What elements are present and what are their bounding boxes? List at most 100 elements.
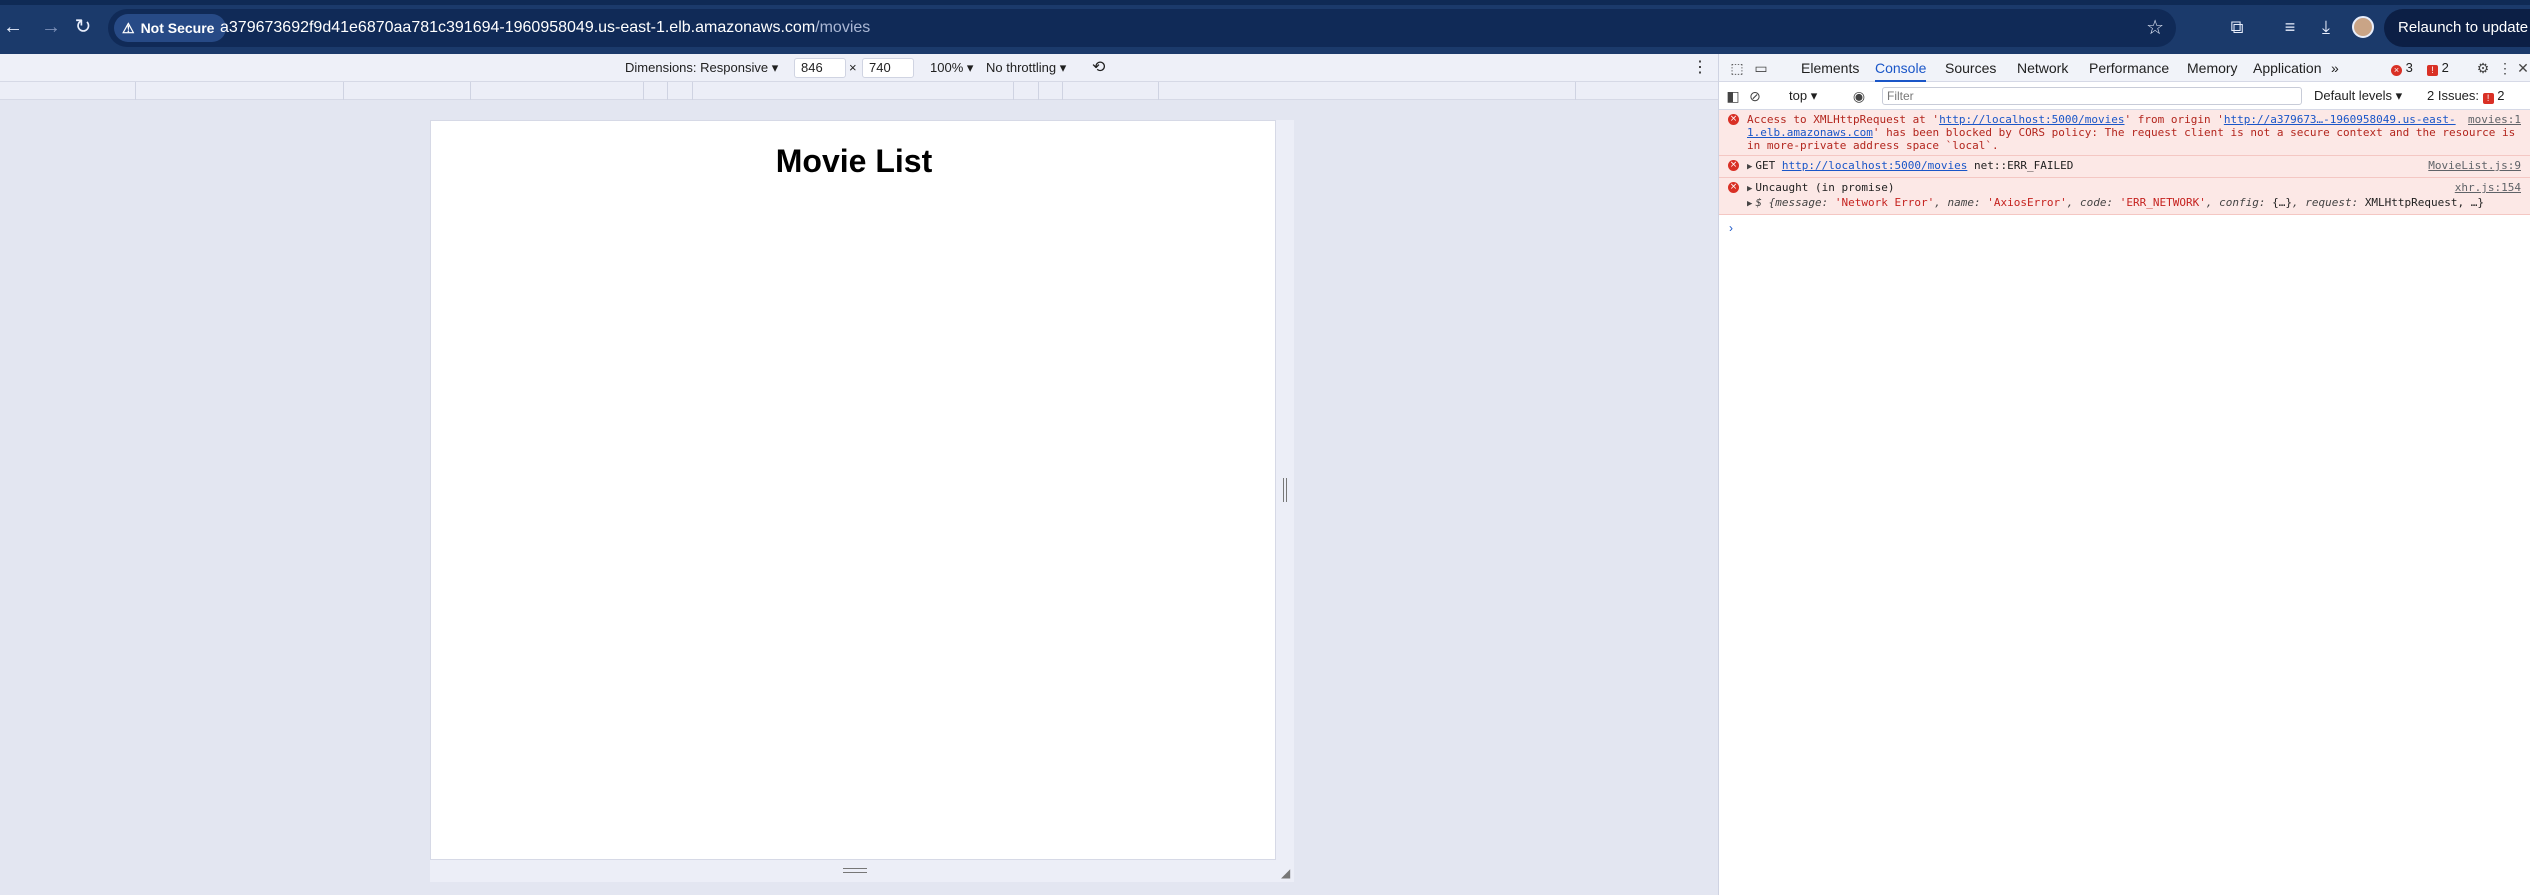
throttling-label: No throttling <box>986 60 1057 75</box>
request-link[interactable]: http://localhost:5000/movies <box>1782 159 1967 172</box>
expand-icon[interactable]: ▶ <box>1747 199 1752 209</box>
dimensions-dropdown[interactable]: Dimensions: Responsive ▾ <box>625 54 778 82</box>
ruler-tick <box>1013 82 1014 100</box>
clear-icon[interactable]: ⊘ <box>1747 88 1763 104</box>
address-bar[interactable]: ⚠ Not Secure a379673692f9d41e6870aa781c3… <box>108 9 2176 47</box>
device-more-icon[interactable]: ⋮ <box>1692 54 1708 82</box>
ruler-tick <box>343 82 344 100</box>
tab-application[interactable]: Application <box>2253 54 2322 82</box>
download-icon[interactable]: ⤓ <box>2314 15 2338 39</box>
browser-toolbar: ← → ↻ ⚠ Not Secure a379673692f9d41e6870a… <box>0 0 2530 54</box>
devtools-tabbar: ⬚ ▭ Elements Console Sources Network Per… <box>1719 54 2530 82</box>
ruler-tick <box>1062 82 1063 100</box>
resize-corner-icon[interactable]: ◢ <box>1281 866 1290 880</box>
reload-icon[interactable]: ↻ <box>70 14 96 40</box>
tab-sources[interactable]: Sources <box>1945 54 1996 82</box>
device-toolbar: Dimensions: Responsive ▾ 846 × 740 100% … <box>0 54 1718 82</box>
source-link[interactable]: xhr.js:154 <box>2455 181 2521 194</box>
zoom-label: 100% <box>930 60 964 75</box>
warning-count: 2 <box>2441 60 2449 75</box>
console-log: × movies:1 Access to XMLHttpRequest at '… <box>1719 110 2530 241</box>
rotate-icon[interactable]: ⟲ <box>1092 54 1105 82</box>
back-arrow-icon[interactable]: ← <box>0 14 26 40</box>
url-text[interactable]: a379673692f9d41e6870aa781c391694-1960958… <box>220 9 870 47</box>
object-key: request <box>2305 196 2352 209</box>
filter-input[interactable]: Filter <box>1882 87 2302 105</box>
object-key: message <box>1775 196 1822 209</box>
warning-icon: ⚠ <box>122 20 135 36</box>
error-counter[interactable]: × 3 <box>2391 54 2413 82</box>
console-error-cors: × movies:1 Access to XMLHttpRequest at '… <box>1719 110 2530 156</box>
ruler-tick <box>667 82 668 100</box>
error-icon: × <box>1728 160 1739 171</box>
sidebar-icon[interactable]: ◧ <box>1725 88 1741 104</box>
issue-icon: ! <box>2482 93 2494 104</box>
expand-icon[interactable]: ▶ <box>1747 162 1752 172</box>
times-sign: × <box>849 60 857 75</box>
inspect-icon[interactable]: ⬚ <box>1729 60 1745 76</box>
grip-icon <box>1283 478 1287 502</box>
gear-icon[interactable]: ⚙ <box>2475 60 2491 76</box>
ruler-tick <box>1158 82 1159 100</box>
object-value: XMLHttpRequest, …} <box>2364 196 2485 209</box>
error-status: net::ERR_FAILED <box>1973 159 2074 172</box>
warning-counter[interactable]: ! 2 <box>2427 54 2449 82</box>
context-dropdown[interactable]: top ▾ <box>1789 82 1817 110</box>
width-input[interactable]: 846 <box>794 58 846 78</box>
avatar[interactable] <box>2352 16 2374 38</box>
object-value: 'ERR_NETWORK' <box>2119 196 2206 209</box>
context-label: top <box>1789 88 1808 103</box>
tab-performance[interactable]: Performance <box>2089 54 2169 82</box>
not-secure-chip[interactable]: ⚠ Not Secure <box>114 14 227 42</box>
eye-icon[interactable]: ◉ <box>1851 88 1867 104</box>
resize-handle-right[interactable] <box>1276 120 1294 860</box>
object-value: {…} <box>2272 196 2292 209</box>
media-icon[interactable]: ≡ <box>2278 15 2302 39</box>
issues-label: 2 Issues: <box>2427 88 2480 103</box>
close-icon[interactable]: ✕ <box>2515 60 2530 76</box>
tab-console[interactable]: Console <box>1875 54 1927 82</box>
object-value: 'Network Error' <box>1834 196 1935 209</box>
console-prompt[interactable]: › <box>1719 215 2530 241</box>
page-viewport: Movie List <box>430 120 1276 860</box>
star-icon[interactable]: ☆ <box>2146 9 2164 47</box>
issues-count: 2 <box>2497 88 2505 103</box>
resize-handle-bottom[interactable] <box>430 860 1294 882</box>
tab-memory[interactable]: Memory <box>2187 54 2238 82</box>
error-icon: × <box>1728 182 1739 193</box>
source-link[interactable]: MovieList.js:9 <box>2428 159 2521 172</box>
device-icon[interactable]: ▭ <box>1753 60 1769 76</box>
zoom-dropdown[interactable]: 100% ▾ <box>930 54 973 82</box>
error-icon: × <box>2391 65 2402 76</box>
message-text: ' from origin ' <box>2124 113 2224 126</box>
error-count: 3 <box>2405 60 2413 75</box>
request-link[interactable]: http://localhost:5000/movies <box>1939 113 2124 126</box>
url-path: /movies <box>815 19 871 36</box>
error-icon: × <box>1728 114 1739 125</box>
ruler-tick <box>1575 82 1576 100</box>
ruler-tick <box>643 82 644 100</box>
object-key: config <box>2219 196 2259 209</box>
tab-network[interactable]: Network <box>2017 54 2068 82</box>
message-text: Access to XMLHttpRequest at ' <box>1747 113 1940 126</box>
expand-icon[interactable]: ▶ <box>1747 184 1752 194</box>
not-secure-label: Not Secure <box>140 20 215 36</box>
height-input[interactable]: 740 <box>862 58 914 78</box>
console-error-get[interactable]: × MovieList.js:9 ▶ GET http://localhost:5… <box>1719 156 2530 178</box>
levels-dropdown[interactable]: Default levels ▾ <box>2314 82 2402 110</box>
throttling-dropdown[interactable]: No throttling ▾ <box>986 54 1066 82</box>
forward-arrow-icon[interactable]: → <box>38 14 64 40</box>
issues-button[interactable]: 2 Issues: ! 2 <box>2427 82 2505 110</box>
console-error-uncaught[interactable]: × xhr.js:154 ▶ Uncaught (in promise) ▶ $ {… <box>1719 178 2530 215</box>
console-toolbar: ◧ ⊘ top ▾ ◉ Filter Default levels ▾ 2 Is… <box>1719 82 2530 110</box>
window-edge <box>0 0 2530 5</box>
more-tabs-button[interactable]: » <box>2331 54 2339 82</box>
grip-icon <box>843 868 867 873</box>
relaunch-button[interactable]: Relaunch to update ⋮ <box>2384 9 2530 47</box>
extensions-icon[interactable]: ⧉ <box>2225 15 2249 39</box>
kebab-icon[interactable]: ⋮ <box>2497 60 2513 76</box>
source-link[interactable]: movies:1 <box>2468 113 2521 126</box>
page-title: Movie List <box>775 143 933 179</box>
dimensions-label: Dimensions: Responsive <box>625 60 769 75</box>
tab-elements[interactable]: Elements <box>1801 54 1859 82</box>
